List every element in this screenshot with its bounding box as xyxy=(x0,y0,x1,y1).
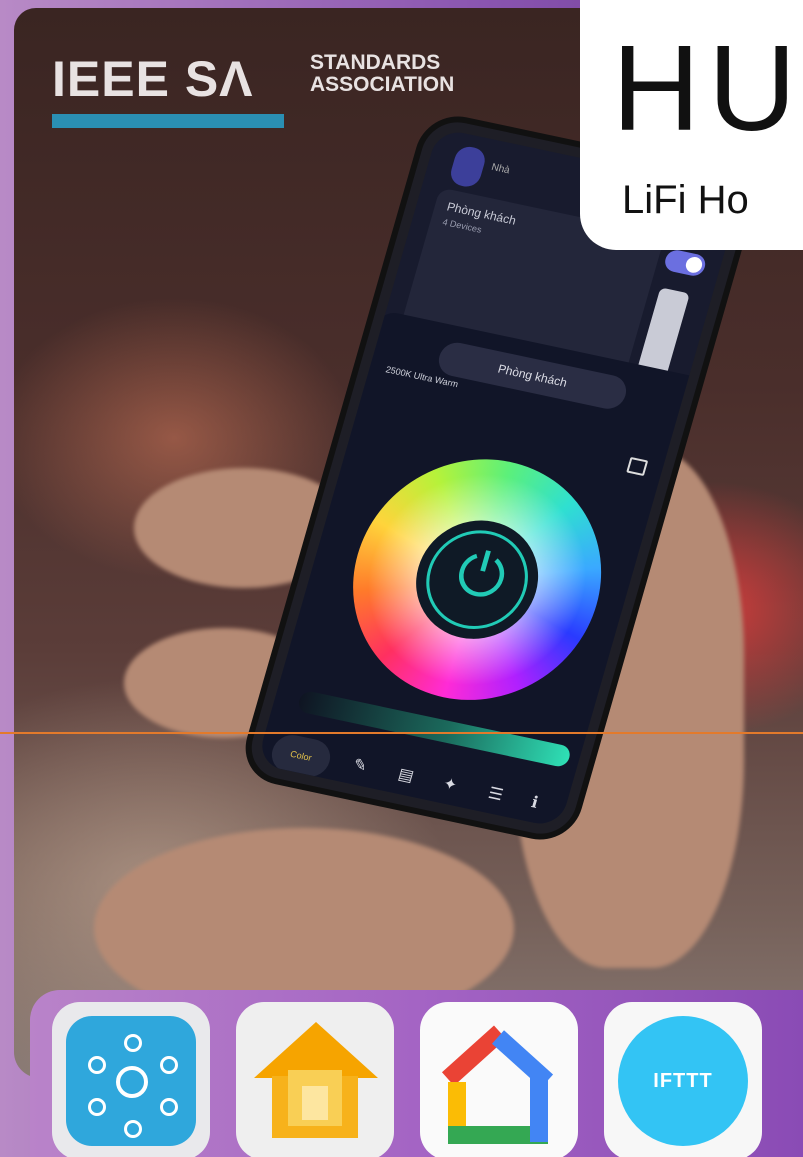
google-home-icon xyxy=(441,1025,507,1086)
slide-frame: Nhà Phòng khách 4 Devices Phòng khách 25… xyxy=(0,0,803,1157)
color-wheel[interactable]: ⏻ xyxy=(324,436,631,723)
logo-underline-bar xyxy=(52,114,284,128)
apple-home-app-icon[interactable] xyxy=(236,1002,394,1157)
smartthings-icon xyxy=(66,1016,196,1146)
tab-color[interactable]: Color xyxy=(267,731,335,781)
smartthings-node xyxy=(88,1098,106,1116)
logo-subtitle-line1: STANDARDS xyxy=(310,51,441,74)
room-power-toggle[interactable] xyxy=(662,248,708,278)
scene-icon[interactable]: ▤ xyxy=(396,764,416,786)
smartthings-hub xyxy=(116,1066,148,1098)
home-label: Nhà xyxy=(490,161,512,177)
home-selector-icon[interactable] xyxy=(447,144,489,190)
smartthings-app-icon[interactable] xyxy=(52,1002,210,1157)
logo-subtitle-line2: ASSOCIATION xyxy=(310,73,455,96)
back-icon[interactable]: ◁ xyxy=(282,811,302,828)
smartthings-node xyxy=(160,1098,178,1116)
power-icon: ⏻ xyxy=(448,536,515,615)
ifttt-app-icon[interactable]: IFTTT xyxy=(604,1002,762,1157)
info-icon[interactable]: ℹ xyxy=(529,792,540,813)
smartthings-node xyxy=(124,1034,142,1052)
effects-icon[interactable]: ✦ xyxy=(441,774,460,796)
calendar-icon[interactable] xyxy=(626,456,649,477)
smartthings-node xyxy=(160,1056,178,1074)
divider-line xyxy=(0,732,803,734)
logo-subtitle: STANDARDS ASSOCIATION xyxy=(310,52,454,96)
pen-icon[interactable]: ✎ xyxy=(351,754,370,776)
list-icon[interactable]: ☰ xyxy=(486,783,506,805)
house-door xyxy=(302,1086,328,1120)
logo-wordmark: IEEE SΛ xyxy=(52,51,254,107)
smartthings-node xyxy=(124,1120,142,1138)
smartthings-node xyxy=(88,1056,106,1074)
google-home-app-icon[interactable] xyxy=(420,1002,578,1157)
subtitle-text: LiFi Ho xyxy=(622,178,749,222)
google-home-right xyxy=(530,1072,548,1142)
ifttt-icon: IFTTT xyxy=(618,1016,748,1146)
title-text: HU xyxy=(612,20,803,156)
